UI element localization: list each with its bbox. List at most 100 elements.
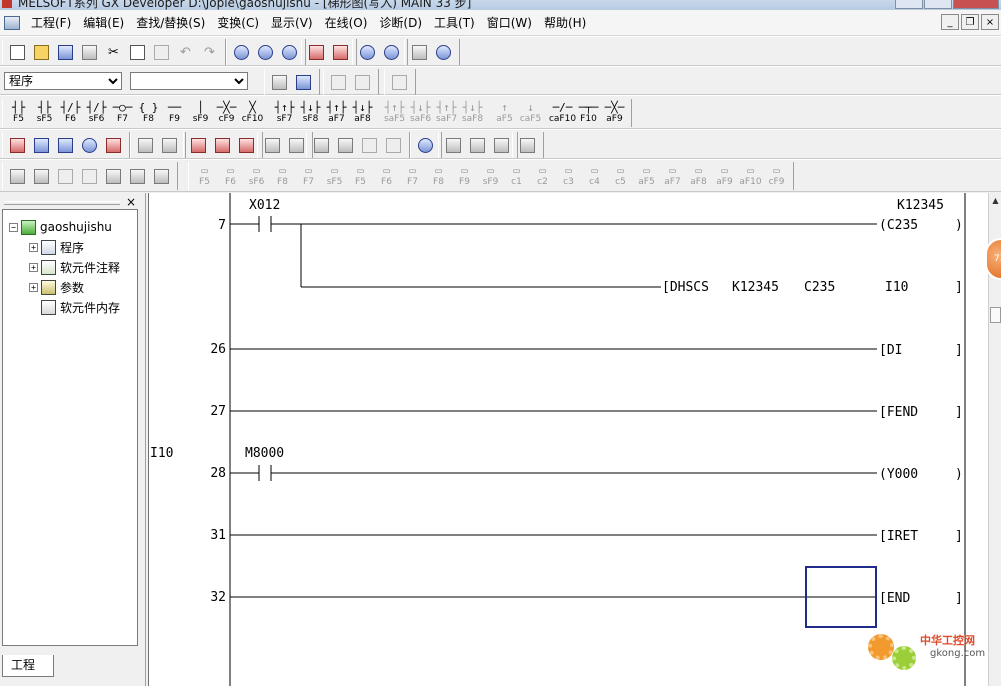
open-file-button[interactable] — [30, 41, 53, 63]
ladder-symbol-f9-button[interactable]: ── F9 — [162, 101, 187, 125]
step-jump-button[interactable] — [327, 71, 350, 93]
convert-button[interactable] — [187, 134, 210, 156]
monitor-mode-button[interactable] — [54, 134, 77, 156]
sfc-symbol-f7-button[interactable]: ▭ F7 — [296, 164, 321, 188]
sfc-symbol-f8-button[interactable]: ▭ F8 — [426, 164, 451, 188]
test-mode-button[interactable] — [102, 134, 125, 156]
monitor-write-button[interactable] — [380, 41, 403, 63]
program-name-select[interactable] — [130, 72, 248, 90]
ladder-symbol-sf9-button[interactable]: │ sF9 — [188, 101, 213, 125]
cross-reference-button[interactable] — [285, 134, 308, 156]
menu-view[interactable]: 显示(V) — [265, 11, 319, 35]
sfc-symbol-f5-button[interactable]: ▭ F5 — [348, 164, 373, 188]
save-button[interactable] — [54, 41, 77, 63]
program-list-button[interactable] — [292, 71, 315, 93]
find-instruction-button[interactable] — [254, 41, 277, 63]
tree-item-device-memory[interactable]: 软元件内存 — [41, 298, 120, 316]
ladder-symbol-saf8-button[interactable]: ┤↓├ saF8 — [460, 101, 485, 125]
ladder-symbol-caf10-button[interactable]: ─/─ caF10 — [549, 101, 576, 125]
jump-button[interactable] — [310, 134, 333, 156]
sfc-symbol-sf5-button[interactable]: ▭ sF5 — [322, 164, 347, 188]
sfc-symbol-af7-button[interactable]: ▭ aF7 — [660, 164, 685, 188]
tree-item-parameter[interactable]: + 参数 — [29, 278, 84, 296]
instr-dhscs[interactable]: [DHSCS — [662, 280, 709, 295]
maximize-window-button[interactable] — [924, 0, 952, 9]
tree-item-program[interactable]: + 程序 — [29, 238, 84, 256]
copy-button[interactable] — [126, 41, 149, 63]
ladder-symbol-f7-button[interactable]: ─○─ F7 — [110, 101, 135, 125]
ladder-symbol-caf5-button[interactable]: ↓ caF5 — [518, 101, 543, 125]
ladder-list-toggle-button[interactable] — [388, 71, 411, 93]
step-button[interactable] — [334, 134, 357, 156]
zoom-in-button[interactable] — [358, 134, 381, 156]
sfc-symbol-f8-button[interactable]: ▭ F8 — [270, 164, 295, 188]
ladder-symbol-sf7-button[interactable]: ┤↑├ sF7 — [272, 101, 297, 125]
scroll-up-icon[interactable]: ▲ — [990, 195, 1001, 207]
instr-iret[interactable]: [IRET — [879, 529, 918, 544]
delete-line-button[interactable] — [466, 134, 489, 156]
sfc-symbol-af5-button[interactable]: ▭ aF5 — [634, 164, 659, 188]
new-file-button[interactable] — [6, 41, 29, 63]
menu-tools[interactable]: 工具(T) — [428, 11, 481, 35]
monitor-button[interactable] — [356, 41, 379, 63]
menu-convert[interactable]: 变换(C) — [211, 11, 265, 35]
statement-button[interactable] — [158, 134, 181, 156]
sfc-symbol-f5-button[interactable]: ▭ F5 — [192, 164, 217, 188]
device-batch-button[interactable] — [30, 165, 53, 187]
convert-online-button[interactable] — [235, 134, 258, 156]
device-list-button[interactable] — [261, 134, 284, 156]
sfc-symbol-cf9-button[interactable]: ▭ cF9 — [764, 164, 789, 188]
diagnosis-button[interactable] — [414, 134, 437, 156]
document-menu-icon[interactable] — [4, 15, 20, 30]
instr-end[interactable]: [END — [879, 591, 910, 606]
sfc-symbol-af8-button[interactable]: ▭ aF8 — [686, 164, 711, 188]
redo-button[interactable]: ↷ — [198, 41, 221, 63]
sfc-block-button[interactable] — [102, 165, 125, 187]
print-button[interactable] — [78, 41, 101, 63]
coil-c235[interactable]: (C235 — [879, 218, 918, 233]
error-button[interactable] — [54, 165, 77, 187]
expand-icon[interactable]: + — [29, 242, 38, 252]
ladder-symbol-af8-button[interactable]: ┤↓├ aF8 — [350, 101, 375, 125]
menu-window[interactable]: 窗口(W) — [481, 11, 538, 35]
panel-grip[interactable] — [4, 201, 120, 205]
cut-button[interactable]: ✂ — [102, 41, 125, 63]
device-test-button[interactable] — [6, 165, 29, 187]
convert-all-button[interactable] — [211, 134, 234, 156]
menu-diagnostics[interactable]: 诊断(D) — [373, 11, 428, 35]
tree-item-device-comment[interactable]: + 软元件注释 — [29, 258, 120, 276]
close-panel-button[interactable]: × — [124, 195, 138, 209]
ladder-editor[interactable]: 7 X012 K12345 (C235 ) [DHSCS K12345 C235… — [148, 193, 988, 686]
expand-icon[interactable]: + — [29, 282, 38, 292]
sfc-symbol-sf9-button[interactable]: ▭ sF9 — [478, 164, 503, 188]
notification-badge[interactable]: 73 — [985, 238, 1001, 280]
ladder-symbol-sf8-button[interactable]: ┤↓├ sF8 — [298, 101, 323, 125]
find-device-button[interactable] — [230, 41, 253, 63]
comment-view-button[interactable] — [268, 71, 291, 93]
sfc-list-button[interactable] — [126, 165, 149, 187]
sfc-symbol-f7-button[interactable]: ▭ F7 — [400, 164, 425, 188]
ladder-symbol-cf10-button[interactable]: ╳ cF10 — [240, 101, 265, 125]
find-step-button[interactable] — [278, 41, 301, 63]
comment-button[interactable] — [134, 134, 157, 156]
read-mode-button[interactable] — [6, 134, 29, 156]
sfc-symbol-c3-button[interactable]: ▭ c3 — [556, 164, 581, 188]
menu-find-replace[interactable]: 查找/替换(S) — [130, 11, 211, 35]
batch-monitor-button[interactable] — [408, 41, 431, 63]
write-mode-button[interactable] — [30, 134, 53, 156]
program-type-select[interactable]: 程序 — [4, 72, 122, 90]
paste-button[interactable] — [150, 41, 173, 63]
menu-edit[interactable]: 编辑(E) — [77, 11, 130, 35]
sfc-symbol-f9-button[interactable]: ▭ F9 — [452, 164, 477, 188]
ladder-symbol-af7-button[interactable]: ┤↑├ aF7 — [324, 101, 349, 125]
sfc-symbol-c4-button[interactable]: ▭ c4 — [582, 164, 607, 188]
insert-column-button[interactable] — [490, 134, 513, 156]
tree-root[interactable]: − gaoshujishu — [9, 218, 112, 236]
minimize-window-button[interactable] — [895, 0, 923, 9]
sfc-symbol-c5-button[interactable]: ▭ c5 — [608, 164, 633, 188]
tab-project[interactable]: 工程 — [2, 655, 54, 677]
mdi-close-button[interactable]: × — [981, 14, 999, 30]
collapse-icon[interactable]: − — [9, 222, 18, 232]
ladder-symbol-cf9-button[interactable]: ─╳─ cF9 — [214, 101, 239, 125]
sfc-symbol-f6-button[interactable]: ▭ F6 — [218, 164, 243, 188]
